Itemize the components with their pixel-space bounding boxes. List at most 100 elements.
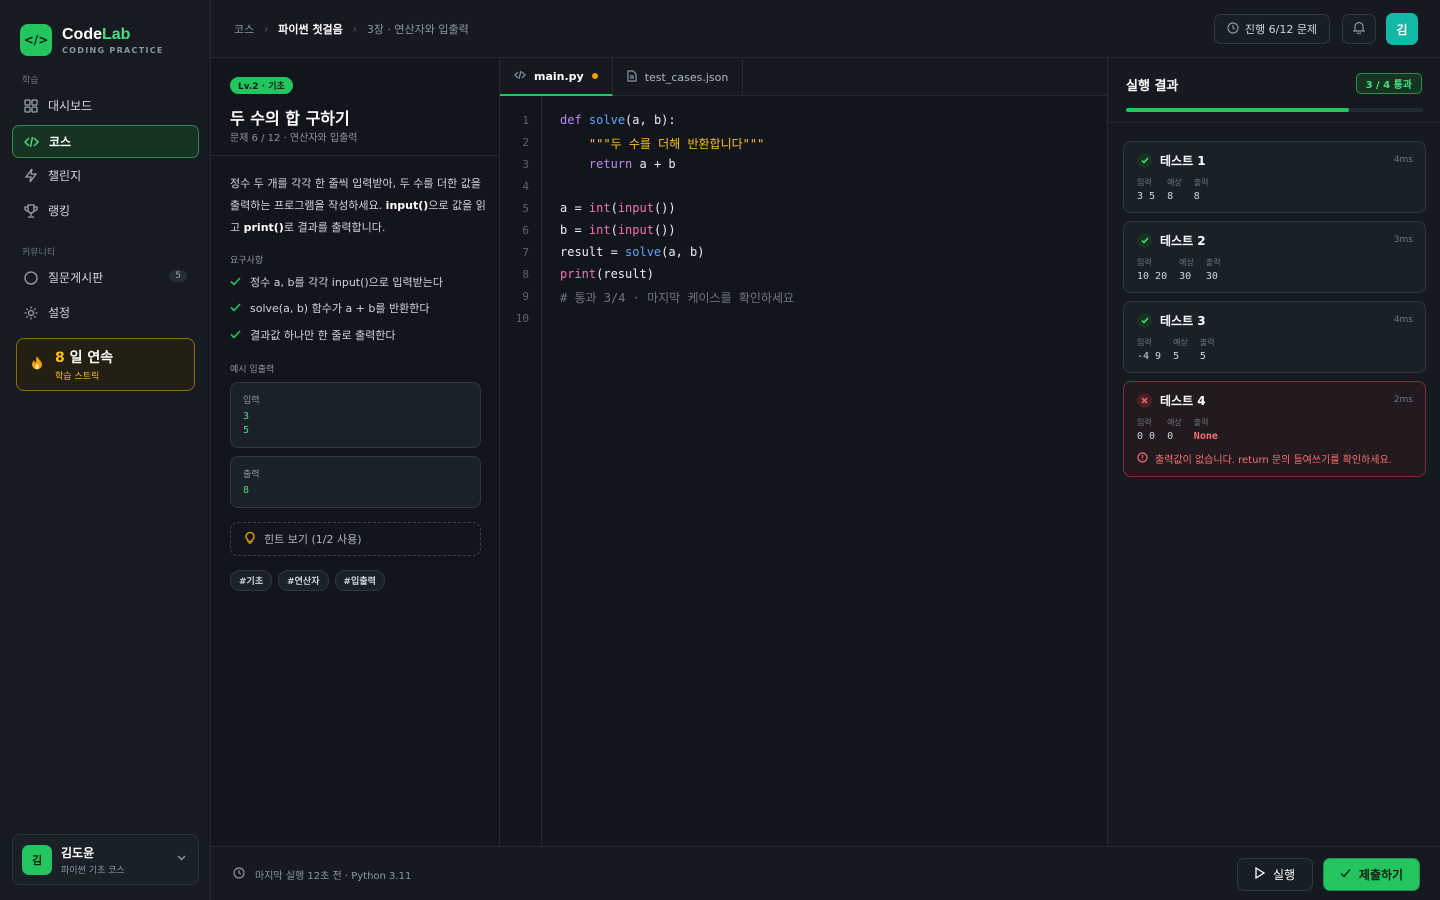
sidebar-item-settings[interactable]: 설정 <box>12 296 199 329</box>
code-line: """두 수를 더해 반환합니다""" <box>588 137 765 151</box>
test-output: 30 <box>1205 271 1218 282</box>
test-case-values: 입력 -4 9 예상 5 출력 5 <box>1137 338 1215 362</box>
code-line: return a + b <box>588 157 676 171</box>
chat-icon <box>23 270 38 285</box>
sidebar-item-dashboard[interactable]: 대시보드 <box>12 89 199 122</box>
results-progress-bar <box>1126 108 1423 112</box>
breadcrumb-item[interactable]: 파이썬 첫걸음 <box>278 21 343 37</box>
sidebar-item-ranking[interactable]: 랭킹 <box>12 194 199 227</box>
clock-icon <box>1227 21 1239 37</box>
test-expected: 8 <box>1167 191 1174 202</box>
tab-label: test_cases.json <box>644 70 729 84</box>
test-expected: 5 <box>1173 351 1180 362</box>
test-case-time: 2ms <box>1393 395 1413 405</box>
play-icon <box>1255 866 1266 882</box>
line-number: 2 <box>522 136 529 149</box>
gear-icon <box>23 305 38 320</box>
hint-button[interactable]: 힌트 보기 (1/2 사용) <box>230 522 481 556</box>
test-case-header: 테스트 3 <box>1137 312 1206 329</box>
problem-description: 정수 두 개를 각각 한 줄씩 입력받아, 두 수를 더한 값을 출력하는 프로… <box>230 177 486 234</box>
check-icon <box>230 302 241 315</box>
trophy-icon <box>23 203 38 218</box>
tag[interactable]: #입출력 <box>334 570 385 591</box>
brand-name: CodeLab <box>62 25 131 43</box>
line-number: 3 <box>522 158 529 171</box>
code-editor[interactable]: main.py test_cases.json 1 2 3 4 5 6 7 8 … <box>500 58 1107 846</box>
test-case-time: 4ms <box>1393 155 1413 165</box>
editor-tabs: main.py test_cases.json <box>500 58 1107 96</box>
test-input: 10 20 <box>1137 271 1168 282</box>
lightbulb-icon <box>245 531 255 547</box>
test-expected: 30 <box>1179 271 1192 282</box>
problem-title: 두 수의 합 구하기 <box>230 109 350 128</box>
test-case-values: 입력 10 20 예상 30 출력 30 <box>1137 258 1221 282</box>
test-case-card-failed[interactable]: 테스트 4 2ms 입력 0 0 예상 0 출력 None 출력값이 없습니다. re… <box>1123 381 1426 477</box>
test-case-card[interactable]: 테스트 1 4ms 입력 3 5 예상 8 출력 8 <box>1123 141 1426 213</box>
tag[interactable]: #연산자 <box>278 570 329 591</box>
section-label-learn: 학습 <box>22 76 39 86</box>
test-input: 3 5 <box>1137 191 1156 202</box>
run-label: 실행 <box>1272 868 1296 882</box>
test-case-card[interactable]: 테스트 2 3ms 입력 10 20 예상 30 출력 30 <box>1123 221 1426 293</box>
tab-label: main.py <box>534 69 584 83</box>
unsaved-dot <box>591 73 598 79</box>
progress-button[interactable]: 진행 6/12 문제 <box>1214 14 1330 44</box>
test-case-header: 테스트 4 <box>1137 392 1206 409</box>
close-icon <box>1137 393 1152 408</box>
bell-icon <box>1352 21 1366 37</box>
test-output: None <box>1193 431 1218 442</box>
breadcrumb-item[interactable]: 코스 <box>234 21 254 37</box>
breadcrumb-current: 3장 · 연산자와 입출력 <box>366 23 469 36</box>
example-heading: 예시 입출력 <box>230 365 275 375</box>
test-expected: 0 <box>1167 431 1174 442</box>
code-line: def solve(a, b): <box>560 113 676 127</box>
tab-test-cases[interactable]: test_cases.json <box>613 58 744 96</box>
last-run-status: 마지막 실행 12초 전 · Python 3.11 <box>233 867 411 882</box>
pass-count-badge: 3 / 4 통과 <box>1355 73 1422 94</box>
streak-title: 8 일 연속 <box>55 350 114 366</box>
line-number: 4 <box>522 180 529 193</box>
streak-card: 8 일 연속 학습 스트릭 <box>16 338 195 391</box>
sidebar-item-label: 챌린지 <box>48 169 82 183</box>
sidebar-item-courses[interactable]: 코스 <box>12 125 199 158</box>
line-number: 9 <box>522 290 529 303</box>
chevron-right-icon: › <box>352 23 357 35</box>
brand[interactable]: </> CodeLab CODING PRACTICE <box>20 24 164 56</box>
level-badge: Lv.2 · 기초 <box>230 77 293 94</box>
results-progress-fill <box>1126 108 1349 112</box>
submit-button[interactable]: 제출하기 <box>1323 858 1420 891</box>
notification-button[interactable] <box>1342 14 1376 44</box>
io-label: 입력 <box>243 396 260 406</box>
test-case-card[interactable]: 테스트 3 4ms 입력 -4 9 예상 5 출력 5 <box>1123 301 1426 373</box>
run-button[interactable]: 실행 <box>1237 858 1313 891</box>
problem-meta: 문제 6 / 12 · 연산자와 입출력 <box>230 133 358 144</box>
clock-icon <box>233 867 245 882</box>
requirement-item: 결과값 하나만 한 줄로 출력한다 <box>230 327 396 343</box>
tag[interactable]: #기초 <box>230 570 273 591</box>
check-icon <box>230 329 241 342</box>
test-input: -4 9 <box>1137 351 1162 362</box>
streak-label: 학습 스트릭 <box>55 372 100 382</box>
chevron-right-icon: › <box>264 23 269 35</box>
code-logo-icon: </> <box>20 24 52 56</box>
code-line: print(result) <box>560 267 654 281</box>
progress-label: 진행 6/12 문제 <box>1244 23 1318 36</box>
sidebar-item-challenges[interactable]: 챌린지 <box>12 159 199 192</box>
sidebar-item-label: 랭킹 <box>48 204 71 218</box>
sidebar-item-label: 코스 <box>49 135 72 149</box>
code-line: a = int(input()) <box>560 201 676 215</box>
example-output-value: 8 <box>243 485 250 496</box>
sidebar-item-qna[interactable]: 질문게시판 5 <box>12 261 199 294</box>
test-case-name: 테스트 3 <box>1160 314 1206 328</box>
line-number: 5 <box>522 202 529 215</box>
test-output: 5 <box>1199 351 1206 362</box>
sidebar-item-label: 설정 <box>48 306 71 320</box>
tab-main-py[interactable]: main.py <box>500 58 613 96</box>
user-menu[interactable]: 김 김도윤 파이썬 기초 코스 <box>12 834 199 885</box>
code-line: result = solve(a, b) <box>560 245 705 259</box>
example-output-box: 출력 8 <box>230 456 481 508</box>
test-case-time: 3ms <box>1393 235 1413 245</box>
example-input-value: 3 5 <box>243 411 250 436</box>
avatar[interactable]: 김 <box>1386 13 1418 45</box>
results-title: 실행 결과 <box>1126 79 1179 94</box>
